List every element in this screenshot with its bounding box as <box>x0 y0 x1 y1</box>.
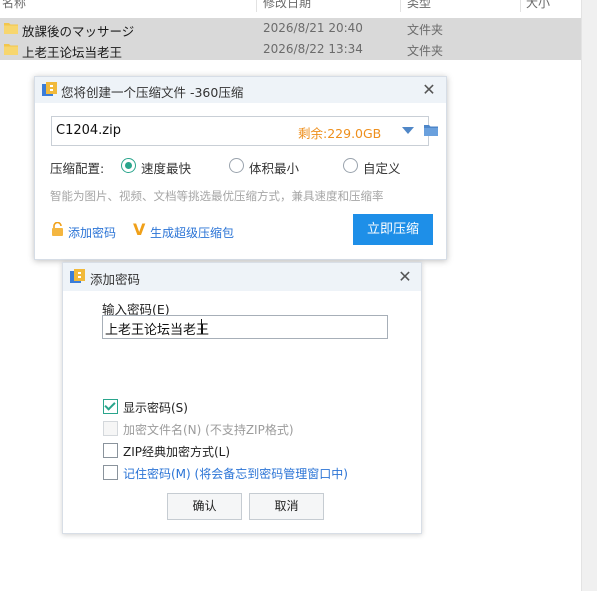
compression-hint: 智能为图片、视频、文档等挑选最优压缩方式，兼具速度和压缩率 <box>50 189 384 203</box>
remember-password-checkbox[interactable] <box>103 465 118 480</box>
lock-icon[interactable] <box>52 222 63 236</box>
add-password-link[interactable]: 添加密码 <box>68 224 116 241</box>
show-password-label[interactable]: 显示密码(S) <box>123 399 188 416</box>
cancel-button[interactable]: 取消 <box>249 493 324 520</box>
file-name: 上老王论坛当老王 <box>22 45 123 60</box>
free-space-label: 剩余:229.0GB <box>298 126 382 141</box>
column-date[interactable]: 修改日期 <box>263 0 311 11</box>
vertical-scrollbar[interactable] <box>581 0 597 591</box>
remember-password-label[interactable]: 记住密码(M) (将会备忘到密码管理窗口中) <box>123 465 348 482</box>
ok-button[interactable]: 确认 <box>167 493 242 520</box>
column-divider[interactable] <box>520 0 521 12</box>
zip-classic-checkbox[interactable] <box>103 443 118 458</box>
password-value: 上老王论坛当老王 <box>105 323 210 338</box>
radio-label-fastest[interactable]: 速度最快 <box>141 158 191 177</box>
text-caret <box>201 319 202 334</box>
zip-app-icon <box>42 82 57 96</box>
file-name: 放課後のマッサージ <box>22 24 135 39</box>
radio-smallest[interactable] <box>229 158 244 173</box>
dialog-title: 添加密码 <box>90 272 141 287</box>
folder-icon <box>4 44 18 55</box>
radio-label-smallest[interactable]: 体积最小 <box>249 158 299 177</box>
super-zip-link[interactable]: 生成超级压缩包 <box>150 224 234 241</box>
file-row[interactable]: 放課後のマッサージ 2026/8/21 20:40 文件夹 <box>0 18 581 39</box>
column-divider[interactable] <box>400 0 401 12</box>
vip-v-icon: V <box>133 220 146 239</box>
column-divider[interactable] <box>256 0 257 12</box>
dialog-title: 您将创建一个压缩文件 -360压缩 <box>61 85 244 100</box>
column-name[interactable]: 名称 <box>2 0 26 11</box>
encrypt-filenames-checkbox <box>103 421 118 436</box>
column-type[interactable]: 类型 <box>407 0 431 11</box>
radio-fastest[interactable] <box>121 158 136 173</box>
folder-icon <box>4 23 18 34</box>
dialog-titlebar[interactable]: 您将创建一个压缩文件 -360压缩 ✕ <box>35 77 446 103</box>
archive-filename: C1204.zip <box>56 123 121 138</box>
dialog-titlebar[interactable]: 添加密码 ✕ <box>63 263 421 291</box>
file-row[interactable]: 上老王论坛当老王 2026/8/22 13:34 文件夹 <box>0 39 581 60</box>
chevron-down-icon[interactable] <box>402 127 414 134</box>
file-date: 2026/8/21 20:40 <box>263 21 363 35</box>
zip-classic-label[interactable]: ZIP经典加密方式(L) <box>123 443 230 460</box>
file-type: 文件夹 <box>407 44 444 58</box>
close-icon[interactable]: ✕ <box>397 269 413 285</box>
add-password-dialog: 添加密码 ✕ 输入密码(E) 上老王论坛当老王 显示密码(S) 加密文件名(N)… <box>62 262 422 534</box>
compress-dialog: 您将创建一个压缩文件 -360压缩 ✕ C1204.zip 剩余:229.0GB… <box>34 76 447 260</box>
file-date: 2026/8/22 13:34 <box>263 42 363 56</box>
column-size[interactable]: 大小 <box>526 0 550 11</box>
browse-folder-icon[interactable] <box>424 124 438 136</box>
radio-label-custom[interactable]: 自定义 <box>363 158 401 177</box>
encrypt-filenames-label: 加密文件名(N) (不支持ZIP格式) <box>123 423 294 437</box>
archive-path-input[interactable]: C1204.zip 剩余:229.0GB <box>51 116 438 146</box>
file-type: 文件夹 <box>407 23 444 37</box>
zip-app-icon <box>70 269 85 283</box>
password-input[interactable]: 上老王论坛当老王 <box>102 315 388 339</box>
config-label: 压缩配置: <box>50 161 105 176</box>
compress-now-button[interactable]: 立即压缩 <box>353 214 433 245</box>
show-password-checkbox[interactable] <box>103 399 118 414</box>
column-header: 名称 修改日期 类型 大小 <box>0 0 581 12</box>
close-icon[interactable]: ✕ <box>421 82 437 98</box>
radio-custom[interactable] <box>343 158 358 173</box>
